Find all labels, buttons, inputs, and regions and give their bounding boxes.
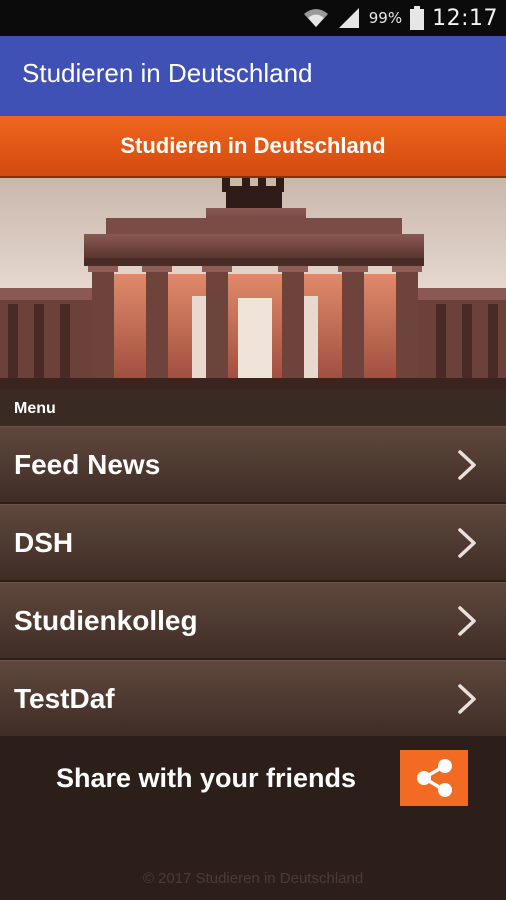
battery-percent: 99% bbox=[368, 9, 403, 27]
menu-item-dsh[interactable]: DSH bbox=[0, 504, 506, 580]
banner-title: Studieren in Deutschland bbox=[120, 133, 386, 158]
menu-item-testdaf[interactable]: TestDaf bbox=[0, 660, 506, 736]
menu-header: Menu bbox=[0, 390, 506, 426]
share-button[interactable] bbox=[400, 750, 468, 806]
signal-icon bbox=[338, 8, 359, 28]
share-icon bbox=[417, 759, 452, 797]
app-title: Studieren in Deutschland bbox=[22, 58, 313, 88]
menu-list: Feed News DSH Studienkolleg TestDaf bbox=[0, 426, 506, 738]
menu-item-label: Feed News bbox=[14, 449, 161, 480]
menu-item-feed-news[interactable]: Feed News bbox=[0, 426, 506, 502]
share-section: Share with your friends bbox=[0, 734, 506, 822]
menu-item-label: TestDaf bbox=[14, 683, 115, 714]
chevron-right-icon bbox=[458, 684, 476, 714]
chevron-right-icon bbox=[458, 528, 476, 558]
menu-item-label: Studienkolleg bbox=[14, 605, 198, 636]
hero-image bbox=[0, 178, 506, 390]
menu-header-label: Menu bbox=[14, 400, 56, 417]
menu-item-studienkolleg[interactable]: Studienkolleg bbox=[0, 582, 506, 658]
brandenburg-gate-illustration bbox=[0, 178, 506, 390]
status-bar: 99% 12:17 bbox=[0, 0, 506, 36]
chevron-right-icon bbox=[458, 450, 476, 480]
battery-icon bbox=[410, 6, 425, 30]
wifi-icon bbox=[303, 9, 328, 27]
title-banner: Studieren in Deutschland bbox=[0, 116, 506, 178]
status-clock: 12:17 bbox=[432, 5, 498, 31]
chevron-right-icon bbox=[458, 606, 476, 636]
footer-copyright: © 2017 Studieren in Deutschland bbox=[142, 870, 364, 887]
menu-item-label: DSH bbox=[14, 527, 74, 558]
status-icons: 99% 12:17 bbox=[303, 0, 498, 36]
share-label: Share with your friends bbox=[56, 763, 357, 793]
app-bar: Studieren in Deutschland bbox=[0, 36, 506, 116]
